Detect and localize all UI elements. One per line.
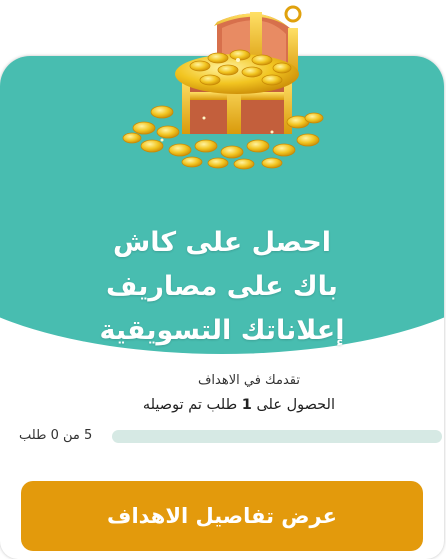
view-goal-details-button[interactable]: عرض تفاصيل الاهداف	[21, 481, 423, 551]
progress-row: 5 من 0 طلب	[19, 428, 442, 444]
goal-description: الحصول على 1 طلب تم توصيله	[143, 397, 335, 413]
goal-prefix: الحصول على	[256, 397, 335, 413]
progress-caption: تقدمك في الاهداف	[197, 373, 300, 388]
headline: احصل على كاش باك على مصاريف إعلاناتك الت…	[30, 221, 414, 353]
headline-line-2: باك على مصاريف	[106, 271, 338, 302]
treasure-chest-icon	[122, 5, 324, 170]
progress-count: 5 من 0 طلب	[19, 428, 93, 443]
progress-track	[112, 430, 442, 443]
headline-line-1: احصل على كاش	[112, 227, 332, 258]
goal-number: 1	[241, 397, 252, 413]
goal-suffix: طلب تم توصيله	[142, 397, 238, 413]
headline-line-3: إعلاناتك التسويقية	[99, 315, 345, 346]
headline-subtitle: عند إتمام الاهداف بنجاح	[148, 353, 296, 371]
